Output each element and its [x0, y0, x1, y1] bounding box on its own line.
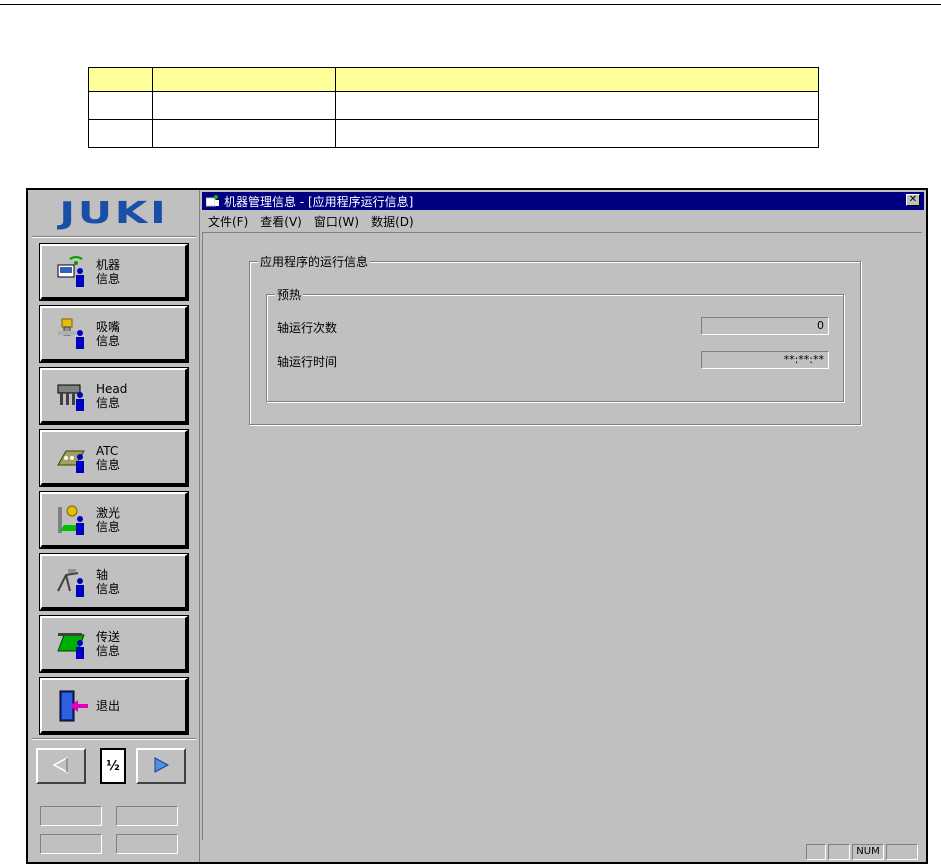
table-cell [152, 91, 336, 120]
machine-info-icon [56, 255, 90, 289]
nav-label-line2: 信息 [96, 395, 121, 410]
app-run-info-group: 应用程序的运行信息 预热 轴运行次数 0 轴运行时间 **:**:** [249, 253, 861, 425]
table-cell [88, 67, 153, 92]
status-panel [828, 844, 850, 860]
nozzle-info-icon [56, 317, 90, 351]
nav-label-line2: 信息 [96, 457, 121, 472]
atc-info-button[interactable]: ATC 信息 [39, 429, 189, 487]
nav-label-line2: 信息 [96, 643, 121, 658]
page-navigator: ½ [34, 744, 186, 788]
nav-label-line1: 退出 [96, 698, 121, 713]
table-row [88, 91, 819, 120]
status-box [40, 806, 102, 826]
divider [32, 738, 196, 740]
menu-file[interactable]: 文件(F) [208, 213, 248, 230]
nav-label-line2: 信息 [96, 581, 121, 596]
juki-logo: JUKI [34, 195, 194, 231]
table-cell [152, 119, 336, 148]
axis-run-time-value: **:**:** [701, 351, 829, 369]
conveyor-info-icon [56, 627, 90, 661]
mdi-client-area: 应用程序的运行信息 预热 轴运行次数 0 轴运行时间 **:**:** [202, 232, 922, 840]
nav-label-line1: Head [96, 381, 128, 396]
title-bar[interactable]: 机器管理信息 - [应用程序运行信息] ✕ [202, 192, 924, 210]
atc-info-icon [56, 441, 90, 475]
prev-page-button[interactable] [36, 748, 86, 784]
status-panel [806, 844, 826, 860]
nav-label-line2: 信息 [96, 271, 121, 286]
head-info-button[interactable]: Head 信息 [39, 367, 189, 425]
page-top-rule [0, 4, 941, 5]
axis-info-button[interactable]: 轴信息 [39, 553, 189, 611]
exit-button[interactable]: 退出 [39, 677, 189, 735]
laser-info-icon [56, 503, 90, 537]
nozzle-info-button[interactable]: 吸嘴 信息 [39, 305, 189, 363]
window-title: 机器管理信息 - [应用程序运行信息] [224, 194, 414, 209]
page-indicator: ½ [100, 748, 126, 784]
table-cell [152, 67, 336, 92]
triangle-right-icon [151, 755, 171, 778]
table-cell [335, 67, 819, 92]
table-row [88, 119, 819, 148]
menu-view[interactable]: 查看(V) [260, 213, 302, 230]
axis-info-icon [56, 565, 90, 599]
app-window-icon [205, 195, 220, 207]
table-cell [88, 119, 153, 148]
menu-bar: 文件(F) 查看(V) 窗口(W) 数据(D) [202, 211, 924, 231]
table-cell [335, 119, 819, 148]
table-cell [335, 91, 819, 120]
group-title: 应用程序的运行信息 [258, 253, 371, 270]
menu-data[interactable]: 数据(D) [371, 213, 414, 230]
next-page-button[interactable] [136, 748, 186, 784]
table-cell [88, 91, 153, 120]
exit-door-icon [56, 689, 90, 723]
nav-label-line1: 吸嘴 [96, 319, 121, 334]
num-lock-indicator: NUM [852, 844, 884, 860]
document-table [88, 67, 819, 148]
nav-label-line1: 激光 [96, 505, 121, 520]
menu-window[interactable]: 窗口(W) [314, 213, 359, 230]
table-header-row [88, 67, 819, 92]
status-box [116, 806, 178, 826]
main-window: 机器管理信息 - [应用程序运行信息] ✕ 文件(F) 查看(V) 窗口(W) … [202, 190, 924, 862]
machine-info-button[interactable]: 机器 信息 [39, 243, 189, 301]
status-box [40, 834, 102, 854]
axis-run-time-label: 轴运行时间 [277, 355, 338, 369]
axis-run-count-label: 轴运行次数 [277, 321, 338, 335]
group-title: 预热 [275, 286, 304, 303]
status-box [116, 834, 178, 854]
sidebar: JUKI 机器 信息 吸嘴 信息 Head 信息 ATC 信息 激光 信息 轴 … [28, 190, 200, 862]
nav-label-line1: 机器 [96, 257, 121, 272]
triangle-left-icon [51, 755, 71, 778]
divider [32, 236, 196, 238]
warmup-group: 预热 轴运行次数 0 轴运行时间 **:**:** [266, 286, 844, 402]
nav-label-line2: 信息 [96, 519, 121, 534]
conveyor-info-button[interactable]: 传送 信息 [39, 615, 189, 673]
laser-info-button[interactable]: 激光 信息 [39, 491, 189, 549]
status-bar: NUM [202, 842, 924, 862]
close-button[interactable]: ✕ [906, 194, 920, 206]
nav-label-line1: ATC [96, 443, 119, 458]
head-info-icon [56, 379, 90, 413]
application-frame: JUKI 机器 信息 吸嘴 信息 Head 信息 ATC 信息 激光 信息 轴 … [26, 188, 928, 864]
status-panel [886, 844, 918, 860]
axis-run-count-value: 0 [701, 317, 829, 335]
nav-label-line1: 轴 [96, 567, 109, 582]
nav-label-line1: 传送 [96, 629, 121, 644]
nav-label-line2: 信息 [96, 333, 121, 348]
logo-text: JUKI [59, 195, 169, 231]
